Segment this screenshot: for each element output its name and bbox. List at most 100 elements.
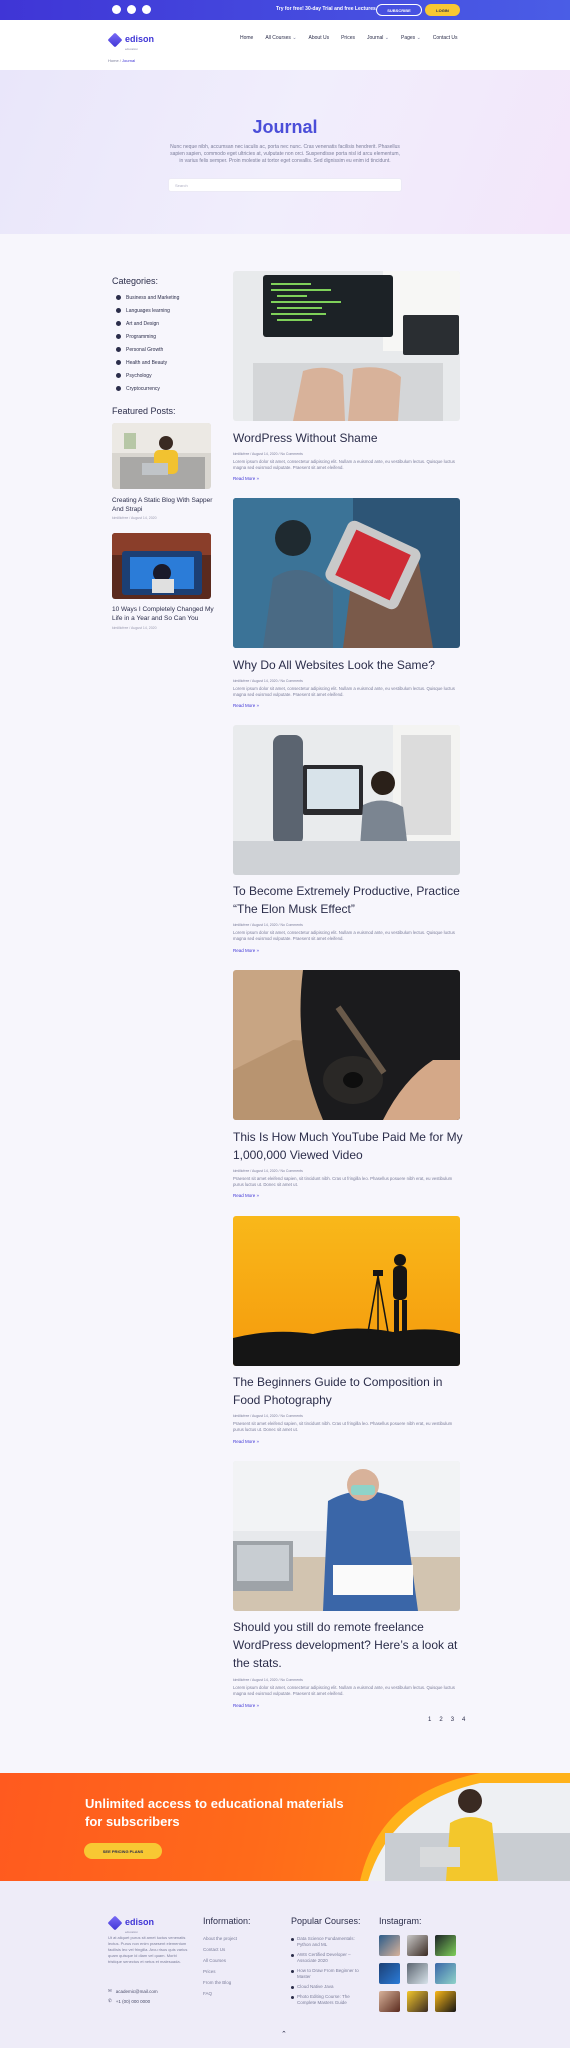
promo-text: Try for free! 30-day Trial and free Lect… — [276, 6, 376, 12]
nav-prices[interactable]: Prices — [341, 35, 355, 41]
post-title[interactable]: WordPress Without Shame — [233, 429, 463, 447]
category-item[interactable]: Psychology — [116, 369, 179, 382]
post-meta: kimlilicfree / August 14, 2020 / No Comm… — [233, 1414, 303, 1418]
featured-post-image[interactable] — [112, 533, 211, 599]
featured-post-title[interactable]: Creating A Static Blog With Sapper And S… — [112, 496, 217, 514]
footer-link[interactable]: About the project — [203, 1936, 237, 1947]
instagram-thumbnail[interactable] — [435, 1991, 456, 2012]
footer-link[interactable]: FAQ — [203, 1991, 237, 2002]
nav-pages[interactable]: Pages ⌄ — [401, 35, 421, 41]
footer-course-item[interactable]: Photo Editing Course: The Complete Maste… — [291, 1994, 366, 2006]
instagram-thumbnail[interactable] — [379, 1935, 400, 1956]
featured-post-title[interactable]: 10 Ways I Completely Changed My Life in … — [112, 605, 217, 623]
logo-name: edison — [125, 34, 155, 44]
read-more-link[interactable]: Read More » — [233, 1439, 259, 1444]
see-pricing-button[interactable]: SEE PRICING PLANS — [84, 1843, 162, 1859]
bullet-icon — [116, 347, 121, 352]
read-more-link[interactable]: Read More » — [233, 1193, 259, 1198]
nav-journal[interactable]: Journal ⌄ — [367, 35, 389, 41]
pagination: 1 2 3 4 — [428, 1717, 465, 1723]
facebook-icon[interactable] — [112, 5, 121, 14]
post-image[interactable] — [233, 498, 460, 648]
bullet-icon — [116, 386, 121, 391]
post-image[interactable] — [233, 1461, 460, 1611]
main-nav: Home All Courses ⌄ About Us Prices Journ… — [240, 35, 458, 41]
category-item[interactable]: Languages learning — [116, 304, 179, 317]
post-excerpt: Praesent sit amet eleifend sapien, sit t… — [233, 1421, 453, 1432]
category-item[interactable]: Business and Marketing — [116, 291, 179, 304]
nav-about-us[interactable]: About Us — [309, 35, 330, 41]
instagram-thumbnail[interactable] — [407, 1991, 428, 2012]
featured-post-image[interactable] — [112, 423, 211, 489]
category-item[interactable]: Cryptocurrency — [116, 382, 179, 395]
bullet-icon — [116, 321, 121, 326]
login-button[interactable]: LOGIN — [425, 4, 460, 16]
footer-link[interactable]: All Courses — [203, 1958, 237, 1969]
logo-tagline: education — [125, 1930, 139, 1934]
category-item[interactable]: Health and Beauty — [116, 356, 179, 369]
post-image[interactable] — [233, 271, 460, 421]
instagram-thumbnail[interactable] — [407, 1935, 428, 1956]
page-title: Journal — [252, 117, 318, 137]
nav-home[interactable]: Home — [240, 35, 253, 41]
post-excerpt: Praesent sit amet eleifend sapien, sit t… — [233, 1176, 453, 1187]
footer-logo[interactable]: edison education — [107, 1912, 154, 1934]
youtube-icon[interactable] — [127, 5, 136, 14]
footer-course-list: Data Science Fundamentals: Python and ML… — [291, 1936, 366, 2010]
page-link[interactable]: 2 — [439, 1717, 442, 1723]
post-image[interactable] — [233, 725, 460, 875]
nav-all-courses[interactable]: All Courses ⌄ — [265, 35, 296, 41]
category-item[interactable]: Personal Growth — [116, 343, 179, 356]
post-excerpt: Lorem ipsum dolor sit amet, consectetur … — [233, 686, 455, 697]
page-link[interactable]: 1 — [428, 1717, 431, 1723]
instagram-thumbnail[interactable] — [435, 1963, 456, 1984]
instagram-icon[interactable] — [142, 5, 151, 14]
page-link[interactable]: 3 — [451, 1717, 454, 1723]
search-input[interactable]: Search — [168, 178, 402, 192]
footer-course-item[interactable]: AWS Certified Developer – Associate 2020 — [291, 1952, 366, 1964]
subscribe-button[interactable]: SUBSCRIBE — [376, 4, 422, 16]
post-title[interactable]: This Is How Much YouTube Paid Me for My … — [233, 1128, 463, 1164]
post-title[interactable]: Why Do All Websites Look the Same? — [233, 656, 463, 674]
instagram-thumbnail[interactable] — [407, 1963, 428, 1984]
category-item[interactable]: Art and Design — [116, 317, 179, 330]
post-excerpt: Lorem ipsum dolor sit amet, consectetur … — [233, 1685, 455, 1696]
post-image[interactable] — [233, 1216, 460, 1366]
post-title[interactable]: Should you still do remote freelance Wor… — [233, 1618, 463, 1672]
footer-instagram-title: Instagram: — [379, 1916, 422, 1926]
mail-icon: ✉ — [108, 1988, 112, 1993]
category-item[interactable]: Programming — [116, 330, 179, 343]
featured-posts-title: Featured Posts: — [112, 406, 176, 416]
instagram-thumbnail[interactable] — [379, 1963, 400, 1984]
post-title[interactable]: The Beginners Guide to Composition in Fo… — [233, 1373, 463, 1409]
read-more-link[interactable]: Read More » — [233, 948, 259, 953]
footer-link[interactable]: Contact Us — [203, 1947, 237, 1958]
bullet-icon — [116, 295, 121, 300]
footer-link[interactable]: From the Blog — [203, 1980, 237, 1991]
read-more-link[interactable]: Read More » — [233, 476, 259, 481]
instagram-thumbnail[interactable] — [435, 1935, 456, 1956]
footer-course-item[interactable]: Cloud Native Java — [291, 1984, 366, 1990]
post-meta: kimlilicfree / August 14, 2020 / No Comm… — [233, 923, 303, 927]
footer-email[interactable]: ✉ academic@mail.com — [108, 1988, 158, 1994]
read-more-link[interactable]: Read More » — [233, 1703, 259, 1708]
nav-contact-us[interactable]: Contact Us — [433, 35, 458, 41]
footer-course-item[interactable]: How to Draw From Beginner to Master — [291, 1968, 366, 1980]
hero-description: Nunc neque nibh, accumsan nec iaculis ac… — [170, 144, 400, 164]
read-more-link[interactable]: Read More » — [233, 703, 259, 708]
footer-info-links: About the project Contact Us All Courses… — [203, 1936, 237, 2002]
footer — [0, 1881, 570, 2048]
instagram-thumbnail[interactable] — [379, 1991, 400, 2012]
scroll-to-top-icon[interactable]: ⌃ — [281, 2030, 287, 2038]
post-title[interactable]: To Become Extremely Productive, Practice… — [233, 882, 463, 918]
footer-course-item[interactable]: Data Science Fundamentals: Python and ML — [291, 1936, 366, 1948]
bullet-icon — [116, 360, 121, 365]
footer-link[interactable]: Prices — [203, 1969, 237, 1980]
breadcrumb-home[interactable]: Home — [108, 58, 119, 63]
footer-phone[interactable]: ✆ +1 (00) 000 0000 — [108, 1998, 150, 2004]
post-image[interactable] — [233, 970, 460, 1120]
logo-icon — [107, 32, 123, 48]
page-link[interactable]: 4 — [462, 1717, 465, 1723]
footer-info-title: Information: — [203, 1916, 251, 1926]
site-logo[interactable]: edison education — [107, 29, 155, 51]
